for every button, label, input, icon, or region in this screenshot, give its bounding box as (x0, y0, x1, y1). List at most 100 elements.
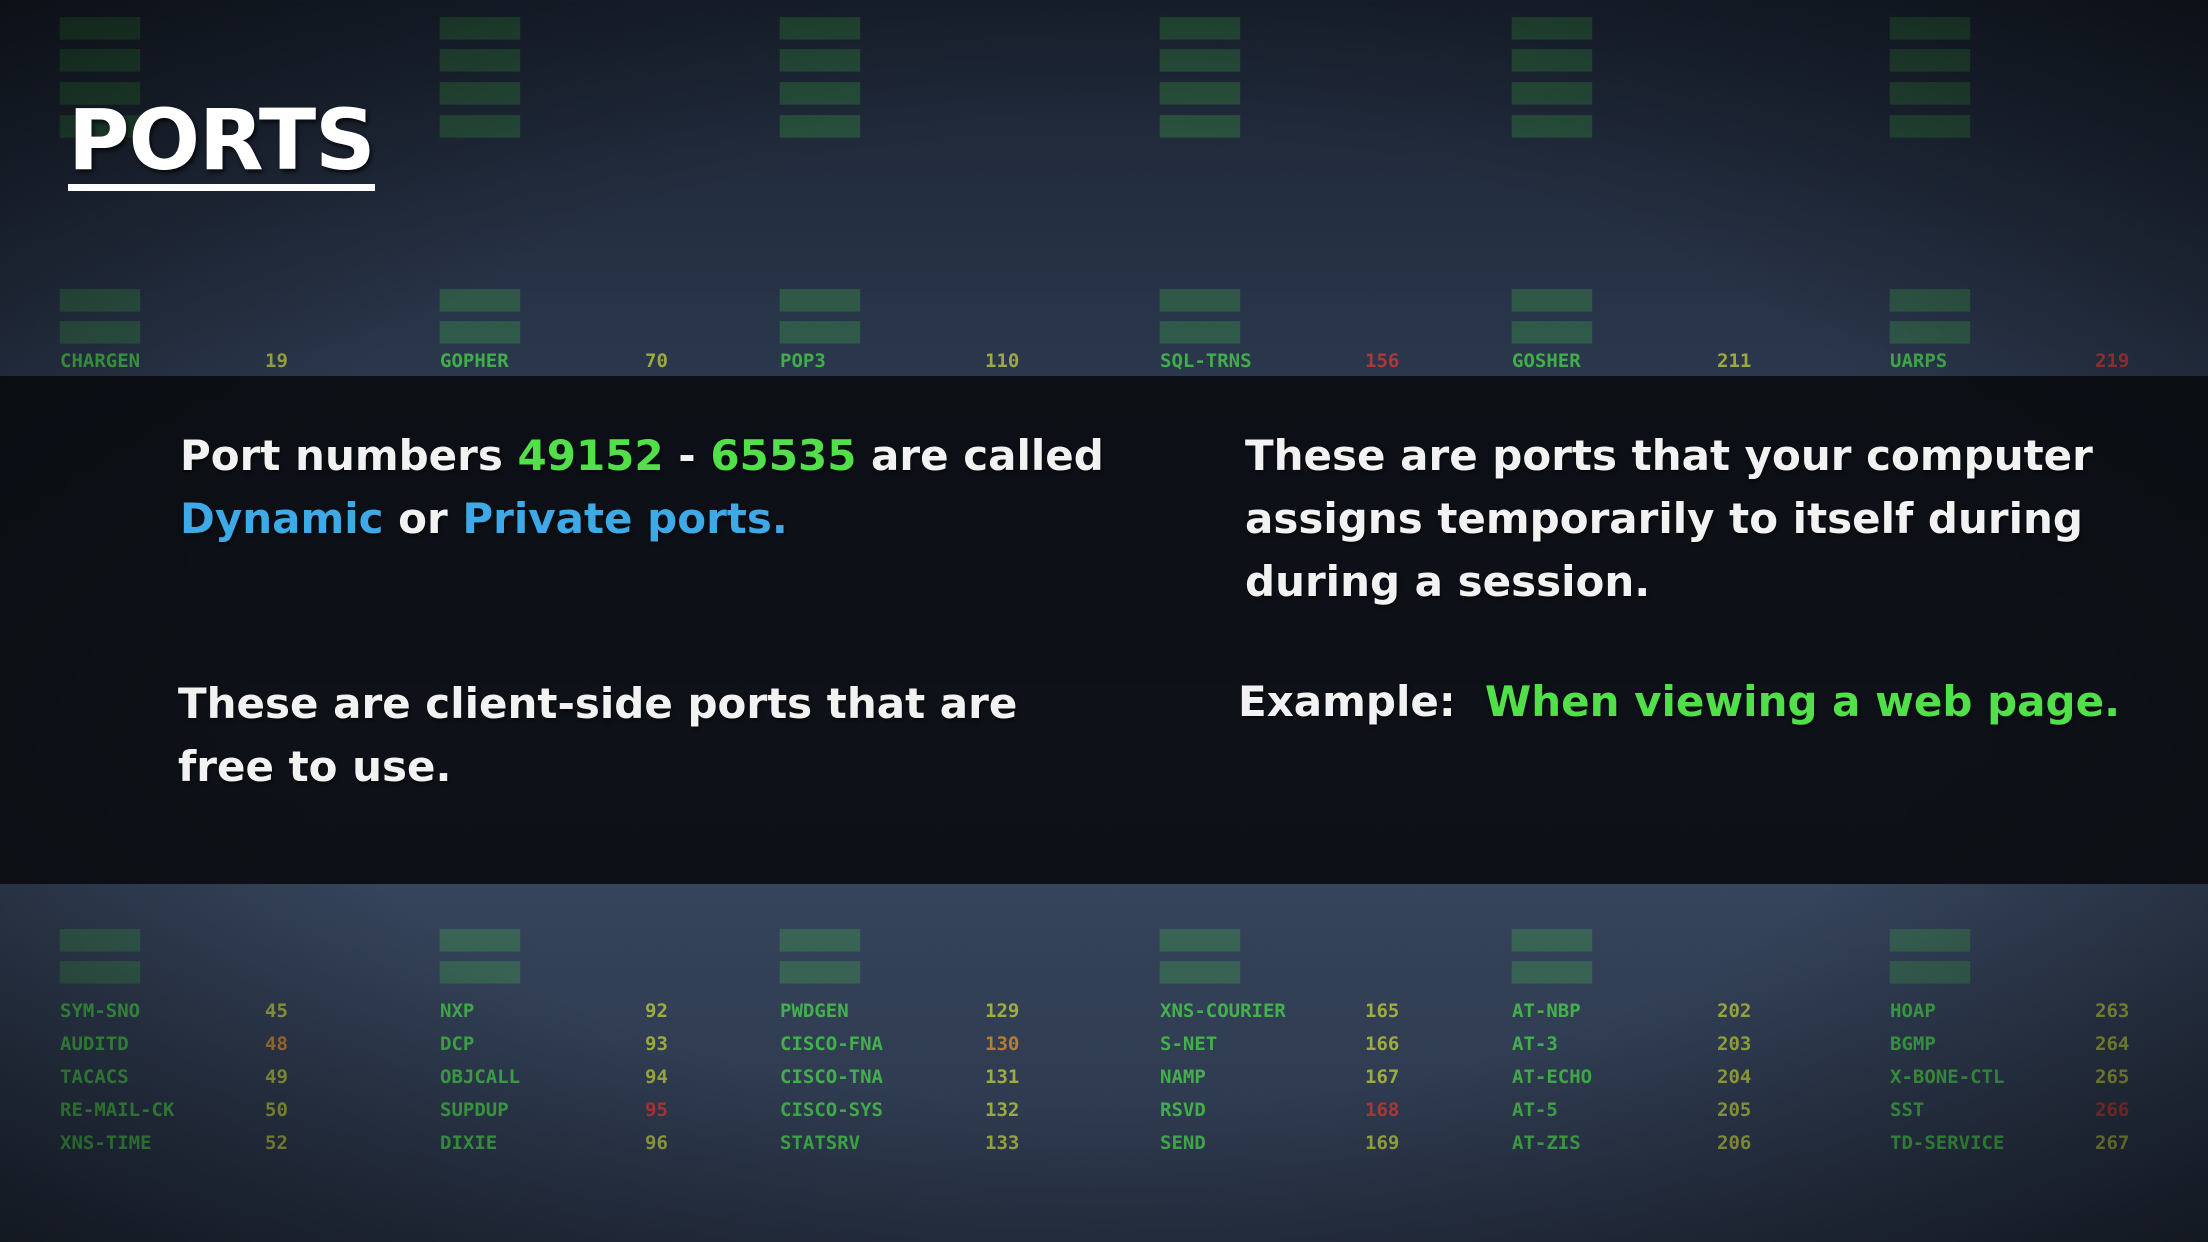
port-row: XNS-TIME 52 (60, 1132, 390, 1162)
port-number: 156 (1365, 350, 1400, 372)
port-number: 94 (645, 1066, 668, 1088)
port-row: AUDITD 48 (60, 1033, 390, 1063)
filler-block: ███████ (1890, 290, 1971, 312)
port-row: NAMP 167 (1160, 1066, 1490, 1096)
port-row: SYM-SNO 45 (60, 1000, 390, 1030)
filler-block: ███████ (1512, 962, 1593, 984)
filler-block: ███████ (1890, 322, 1971, 344)
filler-block: ███████ (440, 18, 521, 40)
port-service-name: CHARGEN (60, 350, 141, 372)
filler-block: ███████ (780, 322, 861, 344)
port-number: 95 (645, 1099, 668, 1121)
port-row: AT-5 205 (1512, 1099, 1842, 1129)
port-number: 167 (1365, 1066, 1400, 1088)
port-service-name: AT-ZIS (1512, 1132, 1581, 1154)
filler-block: ███████ (440, 322, 521, 344)
port-service-name: NAMP (1160, 1066, 1206, 1088)
port-row: SUPDUP 95 (440, 1099, 770, 1129)
port-row: CISCO-TNA 131 (780, 1066, 1110, 1096)
background-filler-row: ███████ (440, 930, 770, 960)
dynamic-term: Dynamic (180, 494, 384, 543)
port-number: 265 (2095, 1066, 2130, 1088)
background-filler-row: ███████ (1890, 290, 2208, 320)
port-number: 70 (645, 350, 668, 372)
background-filler-row: ███████ (440, 322, 770, 352)
filler-block: ███████ (1512, 18, 1593, 40)
port-row: TD-SERVICE 267 (1890, 1132, 2208, 1162)
port-service-name: AUDITD (60, 1033, 129, 1055)
filler-block: ███████ (1160, 116, 1241, 138)
filler-block: ███████ (780, 962, 861, 984)
private-term: Private ports. (462, 494, 788, 543)
port-service-name: SEND (1160, 1132, 1206, 1154)
port-number: 92 (645, 1000, 668, 1022)
background-filler-row: ███████ (1890, 930, 2208, 960)
port-row: DCP 93 (440, 1033, 770, 1063)
filler-block: ███████ (440, 962, 521, 984)
filler-block: ███████ (780, 83, 861, 105)
port-number: 169 (1365, 1132, 1400, 1154)
port-row: AT-ECHO 204 (1512, 1066, 1842, 1096)
filler-block: ███████ (1512, 322, 1593, 344)
background-filler-row: ███████ (440, 116, 770, 146)
filler-block: ███████ (60, 18, 141, 40)
background-filler-row: ███████ (1160, 962, 1490, 992)
port-service-name: OBJCALL (440, 1066, 521, 1088)
filler-block: ███████ (1890, 18, 1971, 40)
port-service-name: DIXIE (440, 1132, 498, 1154)
port-number: 219 (2095, 350, 2130, 372)
filler-block: ███████ (1160, 290, 1241, 312)
port-number: 205 (1717, 1099, 1752, 1121)
port-row: CISCO-SYS 132 (780, 1099, 1110, 1129)
port-number: 96 (645, 1132, 668, 1154)
filler-block: ███████ (1160, 50, 1241, 72)
background-filler-row: ███████ (1160, 290, 1490, 320)
filler-block: ███████ (440, 930, 521, 952)
port-service-name: RE-MAIL-CK (60, 1099, 175, 1121)
port-number: 203 (1717, 1033, 1752, 1055)
range-end-value: 65535 (710, 431, 857, 480)
filler-block: ███████ (780, 116, 861, 138)
statement-prefix: Port numbers (180, 431, 518, 480)
background-filler-row: ███████ (780, 962, 1110, 992)
port-service-name: POP3 (780, 350, 826, 372)
port-service-name: SST (1890, 1099, 1925, 1121)
background-filler-row: ███████ (1160, 322, 1490, 352)
filler-block: ███████ (1512, 116, 1593, 138)
filler-block: ███████ (1512, 290, 1593, 312)
background-filler-row: ███████ (780, 18, 1110, 48)
port-service-name: CISCO-SYS (780, 1099, 883, 1121)
port-number: 52 (265, 1132, 288, 1154)
port-number: 130 (985, 1033, 1020, 1055)
port-row: OBJCALL 94 (440, 1066, 770, 1096)
filler-block: ███████ (780, 50, 861, 72)
background-filler-row: ███████ (440, 290, 770, 320)
port-row: TACACS 49 (60, 1066, 390, 1096)
background-filler-row: ███████ (1890, 83, 2208, 113)
port-service-name: SYM-SNO (60, 1000, 141, 1022)
port-service-name: AT-3 (1512, 1033, 1558, 1055)
background-filler-row: ███████ (1160, 50, 1490, 80)
background-filler-row: ███████ (1512, 290, 1842, 320)
port-service-name: TD-SERVICE (1890, 1132, 2005, 1154)
port-service-name: AT-5 (1512, 1099, 1558, 1121)
port-row: RSVD 168 (1160, 1099, 1490, 1129)
filler-block: ███████ (1160, 962, 1241, 984)
temporary-assignment-statement: These are ports that your computer assig… (1245, 431, 2093, 606)
port-service-name: DCP (440, 1033, 475, 1055)
port-row: RE-MAIL-CK 50 (60, 1099, 390, 1129)
background-filler-row: ███████ (1512, 962, 1842, 992)
page-title: PORTS (68, 91, 376, 191)
port-number: 204 (1717, 1066, 1752, 1088)
filler-block: ███████ (780, 290, 861, 312)
port-service-name: SUPDUP (440, 1099, 509, 1121)
port-row: XNS-COURIER 165 (1160, 1000, 1490, 1030)
filler-block: ███████ (1512, 930, 1593, 952)
port-number: 165 (1365, 1000, 1400, 1022)
port-row: PWDGEN 129 (780, 1000, 1110, 1030)
background-filler-row: ███████ (440, 83, 770, 113)
port-service-name: PWDGEN (780, 1000, 849, 1022)
port-service-name: S-NET (1160, 1033, 1218, 1055)
port-service-name: HOAP (1890, 1000, 1936, 1022)
port-service-name: GOPHER (440, 350, 509, 372)
